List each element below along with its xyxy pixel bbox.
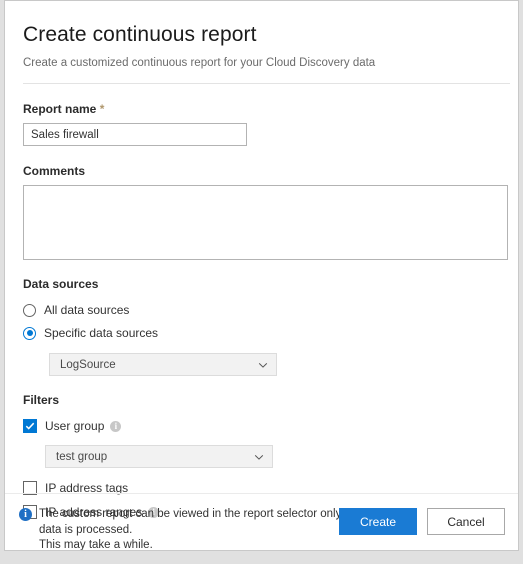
report-name-label-text: Report name	[23, 102, 97, 116]
data-source-dropdown-value: LogSource	[60, 358, 116, 371]
radio-specific-data-sources[interactable]: Specific data sources	[23, 322, 500, 344]
info-circle-filled-icon	[19, 508, 32, 521]
create-continuous-report-dialog: Create continuous report Create a custom…	[4, 0, 519, 551]
checkbox-label-user-group: User group	[45, 418, 105, 433]
footer-buttons: Create Cancel	[339, 504, 505, 535]
report-name-label: Report name *	[23, 102, 500, 117]
user-group-dropdown[interactable]: test group	[45, 445, 273, 468]
footer-note-line-2: data is processed.	[39, 523, 133, 536]
page-title: Create continuous report	[23, 23, 257, 46]
footer-note-line-3: This may take a while.	[39, 539, 153, 551]
checkbox-icon-user-group[interactable]	[23, 419, 37, 433]
radio-all-data-sources[interactable]: All data sources	[23, 299, 500, 321]
chevron-down-icon	[254, 454, 264, 460]
footer-note-text: The custom report can be viewed in the r…	[39, 507, 412, 551]
checkbox-row-user-group[interactable]: User group	[23, 415, 500, 437]
radio-label-all-data-sources: All data sources	[44, 302, 130, 317]
radio-icon-specific-data-sources[interactable]	[23, 326, 36, 340]
comments-label: Comments	[23, 164, 86, 178]
required-marker: *	[99, 102, 105, 116]
create-button[interactable]: Create	[339, 508, 417, 535]
filters-label: Filters	[23, 393, 60, 407]
chevron-down-icon	[258, 362, 268, 368]
dialog-footer: The custom report can be viewed in the r…	[5, 494, 518, 551]
radio-label-specific-data-sources: Specific data sources	[44, 325, 159, 340]
data-sources-label: Data sources	[23, 277, 99, 291]
user-group-dropdown-value: test group	[56, 450, 108, 463]
info-circle-icon-user-group[interactable]	[110, 420, 122, 432]
footer-note-line-1: The custom report can be viewed in the r…	[39, 508, 412, 520]
radio-icon-all-data-sources[interactable]	[23, 303, 36, 317]
checkmark-icon	[25, 422, 35, 430]
dialog-body: Create continuous report Create a custom…	[5, 22, 518, 523]
page-subtitle: Create a customized continuous report fo…	[23, 57, 376, 69]
footer-note: The custom report can be viewed in the r…	[19, 504, 412, 551]
cancel-button[interactable]: Cancel	[427, 508, 505, 535]
report-name-input[interactable]	[23, 123, 247, 146]
header-divider	[23, 83, 510, 84]
data-source-dropdown[interactable]: LogSource	[49, 353, 277, 376]
comments-textarea[interactable]	[23, 185, 508, 260]
screen: Create continuous report Create a custom…	[0, 0, 523, 564]
